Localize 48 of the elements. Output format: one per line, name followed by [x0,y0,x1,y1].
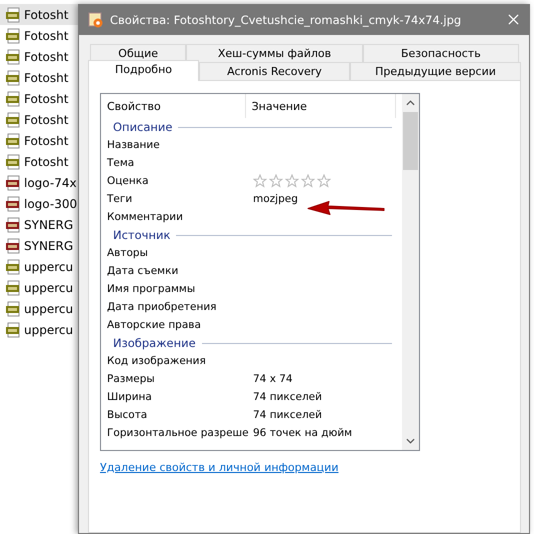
file-item[interactable]: Fotosht [0,151,78,172]
remove-properties-link[interactable]: Удаление свойств и личной информации [100,461,338,474]
tab[interactable]: Хеш-суммы файлов [186,44,363,62]
property-name: Дата приобретения [107,301,218,313]
window-title: Свойства: Fotoshtory_Cvetushcie_romashki_cmyk-74x74.jpg [110,12,462,26]
file-item[interactable]: Fotosht [0,67,78,88]
file-item[interactable]: logo-300 [0,193,78,214]
tab[interactable]: Acronis Recovery [199,62,350,80]
property-name: Горизонтальное разреше [107,427,250,439]
property-name: Название [107,139,161,151]
property-name: Размеры [107,373,156,385]
property-name: Высота [107,409,148,421]
property-name: Авторы [107,247,149,259]
group-heading: Источник [113,228,170,242]
property-name: Код изображения [107,355,207,367]
property-value: mozjpeg [253,193,298,205]
file-item[interactable]: Fotosht [0,109,78,130]
column-header[interactable]: Значение [246,94,396,118]
file-item[interactable]: Fotosht [0,46,78,67]
tab[interactable]: Безопасность [362,44,519,62]
file-item[interactable]: uppercu [0,277,78,298]
property-name: Ширина [107,391,153,403]
property-name: Теги [107,193,134,205]
file-item[interactable]: Fotosht [0,88,78,109]
property-name: Комментарии [107,211,184,223]
property-value: 74 пикселей [253,409,322,421]
file-item[interactable]: Fotosht [0,25,78,46]
file-item[interactable]: SYNERG [0,214,78,235]
file-item[interactable]: uppercu [0,319,78,340]
group-heading: Описание [113,120,172,134]
property-name: Оценка [107,175,150,187]
property-name: Имя программы [107,283,196,295]
column-header[interactable]: Свойство [101,94,246,118]
file-item[interactable]: logo-74x [0,172,78,193]
property-value: 74 x 74 [253,373,293,385]
file-item[interactable]: uppercu [0,256,78,277]
property-name: Дата съемки [107,265,180,277]
file-item[interactable]: SYNERG [0,235,78,256]
file-item[interactable]: uppercu [0,298,78,319]
property-value: 96 точек на дюйм [253,427,352,439]
property-name: Авторские права [107,319,202,331]
property-value: 74 пикселей [253,391,322,403]
tab[interactable]: Предыдущие версии [350,62,521,80]
tab[interactable]: Подробно [88,60,199,81]
property-name: Тема [107,157,136,169]
file-item[interactable]: Fotosht [0,130,78,151]
group-heading: Изображение [113,336,196,350]
file-item[interactable]: Fotosht [0,4,78,25]
